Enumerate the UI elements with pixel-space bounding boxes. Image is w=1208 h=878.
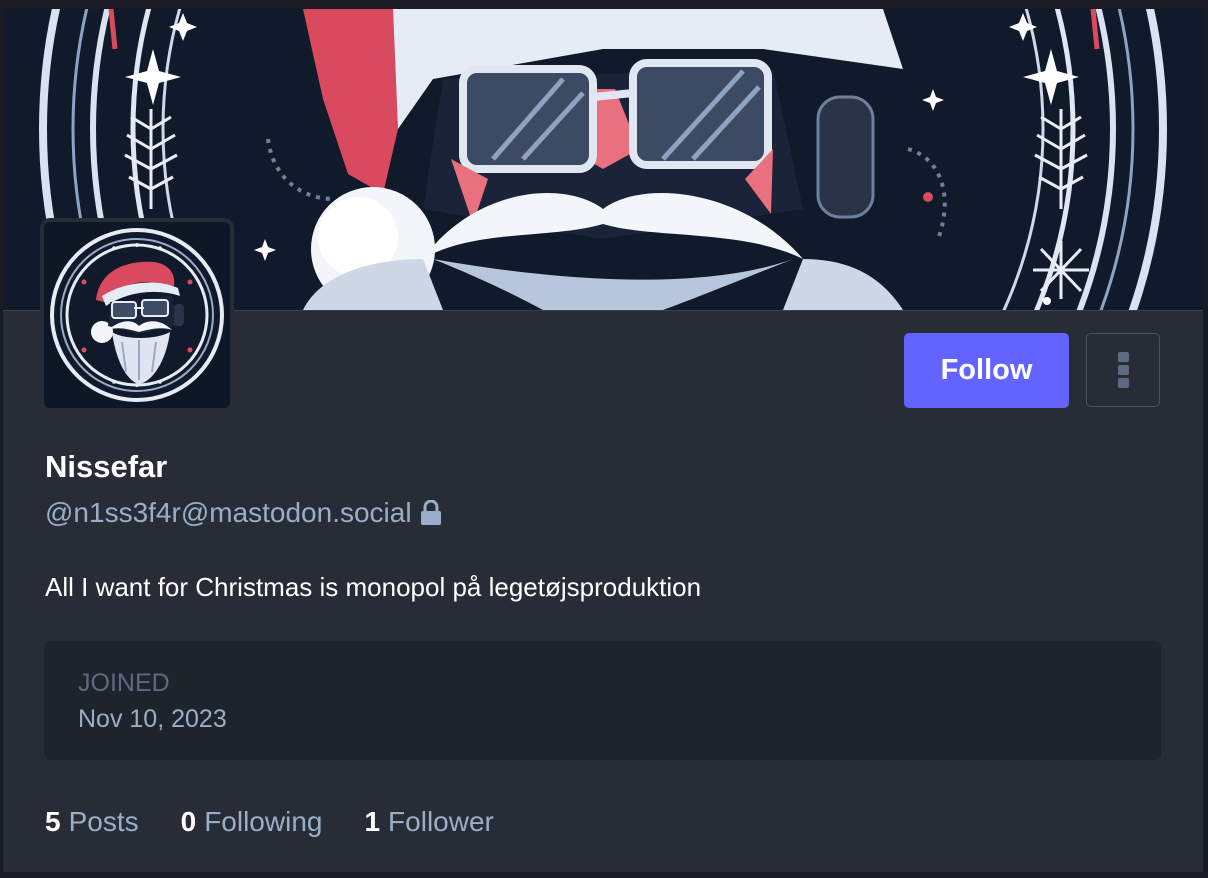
stat-count: 0 <box>180 806 197 837</box>
stat-label: Following <box>204 806 323 837</box>
stat-followers[interactable]: 1 Follower <box>364 806 493 838</box>
stat-count: 1 <box>364 806 381 837</box>
avatar[interactable] <box>44 222 230 408</box>
kebab-menu-icon[interactable] <box>1086 333 1160 407</box>
follow-button[interactable]: Follow <box>904 333 1069 408</box>
stat-following[interactable]: 0 Following <box>181 806 323 838</box>
account-handle[interactable]: @n1ss3f4r@mastodon.social <box>45 497 412 529</box>
stat-count: 5 <box>45 806 61 837</box>
account-stats: 5 Posts 0 Following 1 Follower <box>45 806 536 838</box>
avatar-frame <box>40 218 234 412</box>
stat-label: Follower <box>388 806 494 837</box>
account-bio: All I want for Christmas is monopol på l… <box>45 572 702 602</box>
account-profile: Follow Nissefar @n1ss3f4r@mastodon.socia… <box>3 9 1203 872</box>
stat-label: Posts <box>68 806 139 837</box>
display-name: Nissefar <box>45 449 168 484</box>
profile-fields: JOINED Nov 10, 2023 <box>44 641 1161 760</box>
account-handle-row: @n1ss3f4r@mastodon.social <box>45 497 442 529</box>
stat-posts[interactable]: 5 Posts <box>45 806 139 838</box>
joined-label: JOINED <box>78 669 170 697</box>
lock-icon <box>420 499 442 526</box>
joined-date: Nov 10, 2023 <box>78 705 227 733</box>
